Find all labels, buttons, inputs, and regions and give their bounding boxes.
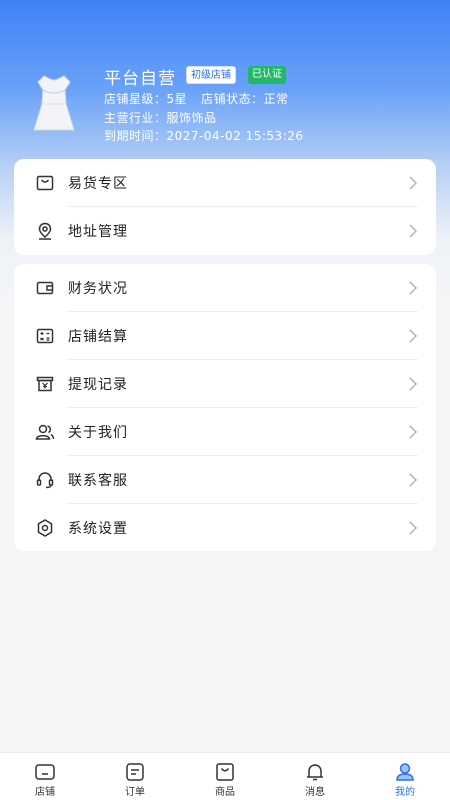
chevron-right-icon (409, 329, 418, 343)
tab-goods[interactable]: 商品 (180, 753, 270, 800)
expiry-value: 2027-04-02 15:53:26 (166, 129, 304, 143)
rating-label: 店铺星级： (104, 92, 167, 106)
shop-name: 平台自营 (104, 69, 176, 89)
chevron-right-icon (409, 521, 418, 535)
menu-label: 关于我们 (68, 425, 128, 441)
menu-item-system-settings[interactable]: 系统设置 (14, 504, 436, 552)
menu-card-secondary: 财务状况 店铺结算 提现记录 关于我们 联系客服 系统设置 (14, 264, 436, 551)
menu-item-customer-service[interactable]: 联系客服 (14, 456, 436, 504)
menu-item-about-us[interactable]: 关于我们 (14, 408, 436, 456)
tab-shop[interactable]: 店铺 (0, 753, 90, 800)
expiry-label: 到期时间： (104, 129, 167, 143)
tab-label: 店铺 (35, 787, 55, 798)
wallet-icon (34, 277, 56, 299)
menu-label: 店铺结算 (68, 329, 128, 345)
menu-item-address[interactable]: 地址管理 (14, 207, 436, 255)
tab-mine[interactable]: 我的 (360, 753, 450, 800)
shop-profile: 平台自营 初级店铺 已认证 店铺星级：5星 店铺状态：正常 主营行业：服饰饰品 到… (0, 0, 450, 160)
bag-icon (34, 172, 56, 194)
industry-label: 主营行业： (104, 111, 167, 125)
menu-label: 联系客服 (68, 473, 128, 489)
bell-icon (307, 764, 323, 781)
menu-label: 系统设置 (68, 521, 128, 537)
chevron-right-icon (409, 425, 418, 439)
menu-item-barter-zone[interactable]: 易货专区 (14, 159, 436, 207)
status-value: 正常 (263, 92, 289, 106)
user-icon (396, 763, 414, 781)
industry-line: 主营行业：服饰饰品 (104, 109, 217, 126)
status-label: 店铺状态： (201, 92, 264, 106)
menu-label: 财务状况 (68, 281, 128, 297)
chevron-right-icon (409, 473, 418, 487)
withdraw-icon (34, 373, 56, 395)
level-badge: 初级店铺 (186, 66, 236, 84)
gear-icon (34, 517, 56, 539)
chevron-right-icon (409, 281, 418, 295)
users-icon (34, 421, 56, 443)
menu-label: 提现记录 (68, 377, 128, 393)
menu-card-primary: 易货专区 地址管理 (14, 159, 436, 255)
calculator-icon (34, 325, 56, 347)
tab-messages[interactable]: 消息 (270, 753, 360, 800)
chevron-right-icon (409, 377, 418, 391)
chevron-right-icon (409, 176, 418, 190)
rating-value: 5星 (166, 92, 188, 106)
tab-label: 我的 (395, 787, 415, 798)
chevron-right-icon (409, 224, 418, 238)
tab-label: 商品 (215, 787, 235, 798)
expiry-line: 到期时间：2027-04-02 15:53:26 (104, 127, 303, 144)
shop-avatar[interactable] (26, 70, 82, 136)
menu-item-settlement[interactable]: 店铺结算 (14, 312, 436, 360)
location-pin-icon (34, 220, 56, 242)
tab-orders[interactable]: 订单 (90, 753, 180, 800)
industry-value: 服饰饰品 (166, 111, 217, 125)
order-icon (126, 763, 144, 781)
tab-label: 消息 (305, 787, 325, 798)
menu-label: 地址管理 (68, 224, 128, 240)
shop-icon (35, 764, 55, 780)
verified-badge: 已认证 (248, 66, 286, 84)
bottom-tab-bar: 店铺 订单 商品 消息 我的 (0, 752, 450, 800)
rating-status-line: 店铺星级：5星 店铺状态：正常 (104, 90, 289, 107)
menu-item-finance[interactable]: 财务状况 (14, 264, 436, 312)
headset-icon (34, 469, 56, 491)
tab-label: 订单 (125, 787, 145, 798)
menu-item-withdraw-records[interactable]: 提现记录 (14, 360, 436, 408)
goods-icon (216, 763, 234, 781)
menu-label: 易货专区 (68, 176, 128, 192)
